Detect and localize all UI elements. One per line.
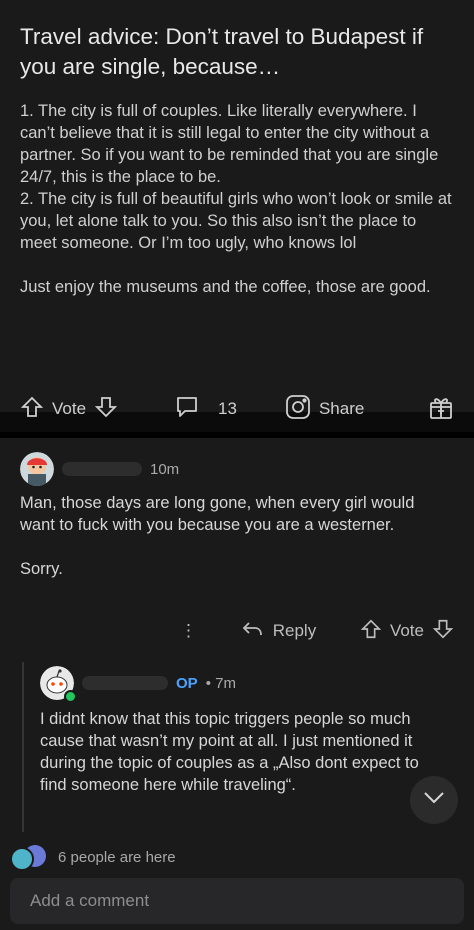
comment-actions: ⋮ Reply Vote bbox=[180, 618, 454, 644]
comment-vote-control: Vote bbox=[360, 618, 454, 645]
post-paragraph: 2. The city is full of beautiful girls w… bbox=[20, 190, 452, 252]
chevron-down-icon bbox=[423, 791, 445, 810]
more-options-icon[interactable]: ⋮ bbox=[180, 621, 197, 641]
comments-button[interactable]: 13 bbox=[174, 395, 237, 424]
redacted-username bbox=[82, 676, 168, 690]
online-status-icon bbox=[64, 690, 77, 703]
share-label: Share bbox=[318, 399, 365, 418]
add-comment-input[interactable]: Add a comment bbox=[10, 878, 464, 924]
presence-avatars bbox=[10, 845, 48, 871]
post-paragraph: 1. The city is full of couples. Like lit… bbox=[20, 102, 439, 186]
comment-count: 13 bbox=[218, 399, 237, 418]
comment-text: Sorry. bbox=[20, 560, 63, 578]
downvote-icon[interactable] bbox=[94, 395, 118, 424]
reply-icon bbox=[241, 619, 263, 644]
thread-line[interactable] bbox=[22, 662, 24, 832]
post-actions-bar: Vote 13 Share bbox=[20, 394, 454, 424]
vote-label: Vote bbox=[389, 621, 424, 640]
comment-header: 10m bbox=[20, 452, 179, 486]
avatar bbox=[10, 847, 34, 871]
comment-time: • 7m bbox=[205, 674, 236, 692]
post-title: Travel advice: Don’t travel to Budapest … bbox=[20, 24, 424, 79]
avatar-wrapper bbox=[40, 666, 77, 703]
reply-button[interactable]: Reply bbox=[241, 619, 316, 644]
op-badge: OP bbox=[176, 674, 198, 692]
comment-text: Man, those days are long gone, when ever… bbox=[20, 494, 415, 534]
reply-label: Reply bbox=[272, 621, 317, 640]
comment-header: OP • 7m bbox=[40, 666, 236, 703]
comment-icon bbox=[174, 395, 200, 424]
comment-body: I didnt know that this topic triggers pe… bbox=[40, 708, 434, 796]
award-icon bbox=[428, 394, 454, 425]
vote-label: Vote bbox=[52, 399, 87, 418]
scroll-down-button[interactable] bbox=[410, 776, 458, 824]
comment-time: 10m bbox=[150, 460, 180, 478]
upvote-icon[interactable] bbox=[360, 618, 382, 645]
presence-text: 6 people are here bbox=[58, 848, 176, 866]
post-body: 1. The city is full of couples. Like lit… bbox=[20, 100, 454, 298]
post-card: Travel advice: Don’t travel to Budapest … bbox=[0, 0, 474, 412]
presence-indicator: 6 people are here bbox=[10, 842, 176, 872]
downvote-icon[interactable] bbox=[432, 618, 454, 645]
comments-section: 10m Man, those days are long gone, when … bbox=[0, 438, 474, 930]
comment-body: Man, those days are long gone, when ever… bbox=[20, 492, 444, 580]
share-button[interactable]: Share bbox=[285, 394, 364, 425]
upvote-icon[interactable] bbox=[20, 395, 44, 424]
redacted-username bbox=[62, 462, 142, 476]
award-button[interactable] bbox=[428, 394, 454, 425]
comment-text: I didnt know that this topic triggers pe… bbox=[40, 710, 419, 794]
vote-control: Vote bbox=[20, 395, 118, 424]
avatar[interactable] bbox=[20, 452, 54, 486]
share-icon bbox=[285, 394, 311, 425]
post-paragraph: Just enjoy the museums and the coffee, t… bbox=[20, 278, 431, 296]
